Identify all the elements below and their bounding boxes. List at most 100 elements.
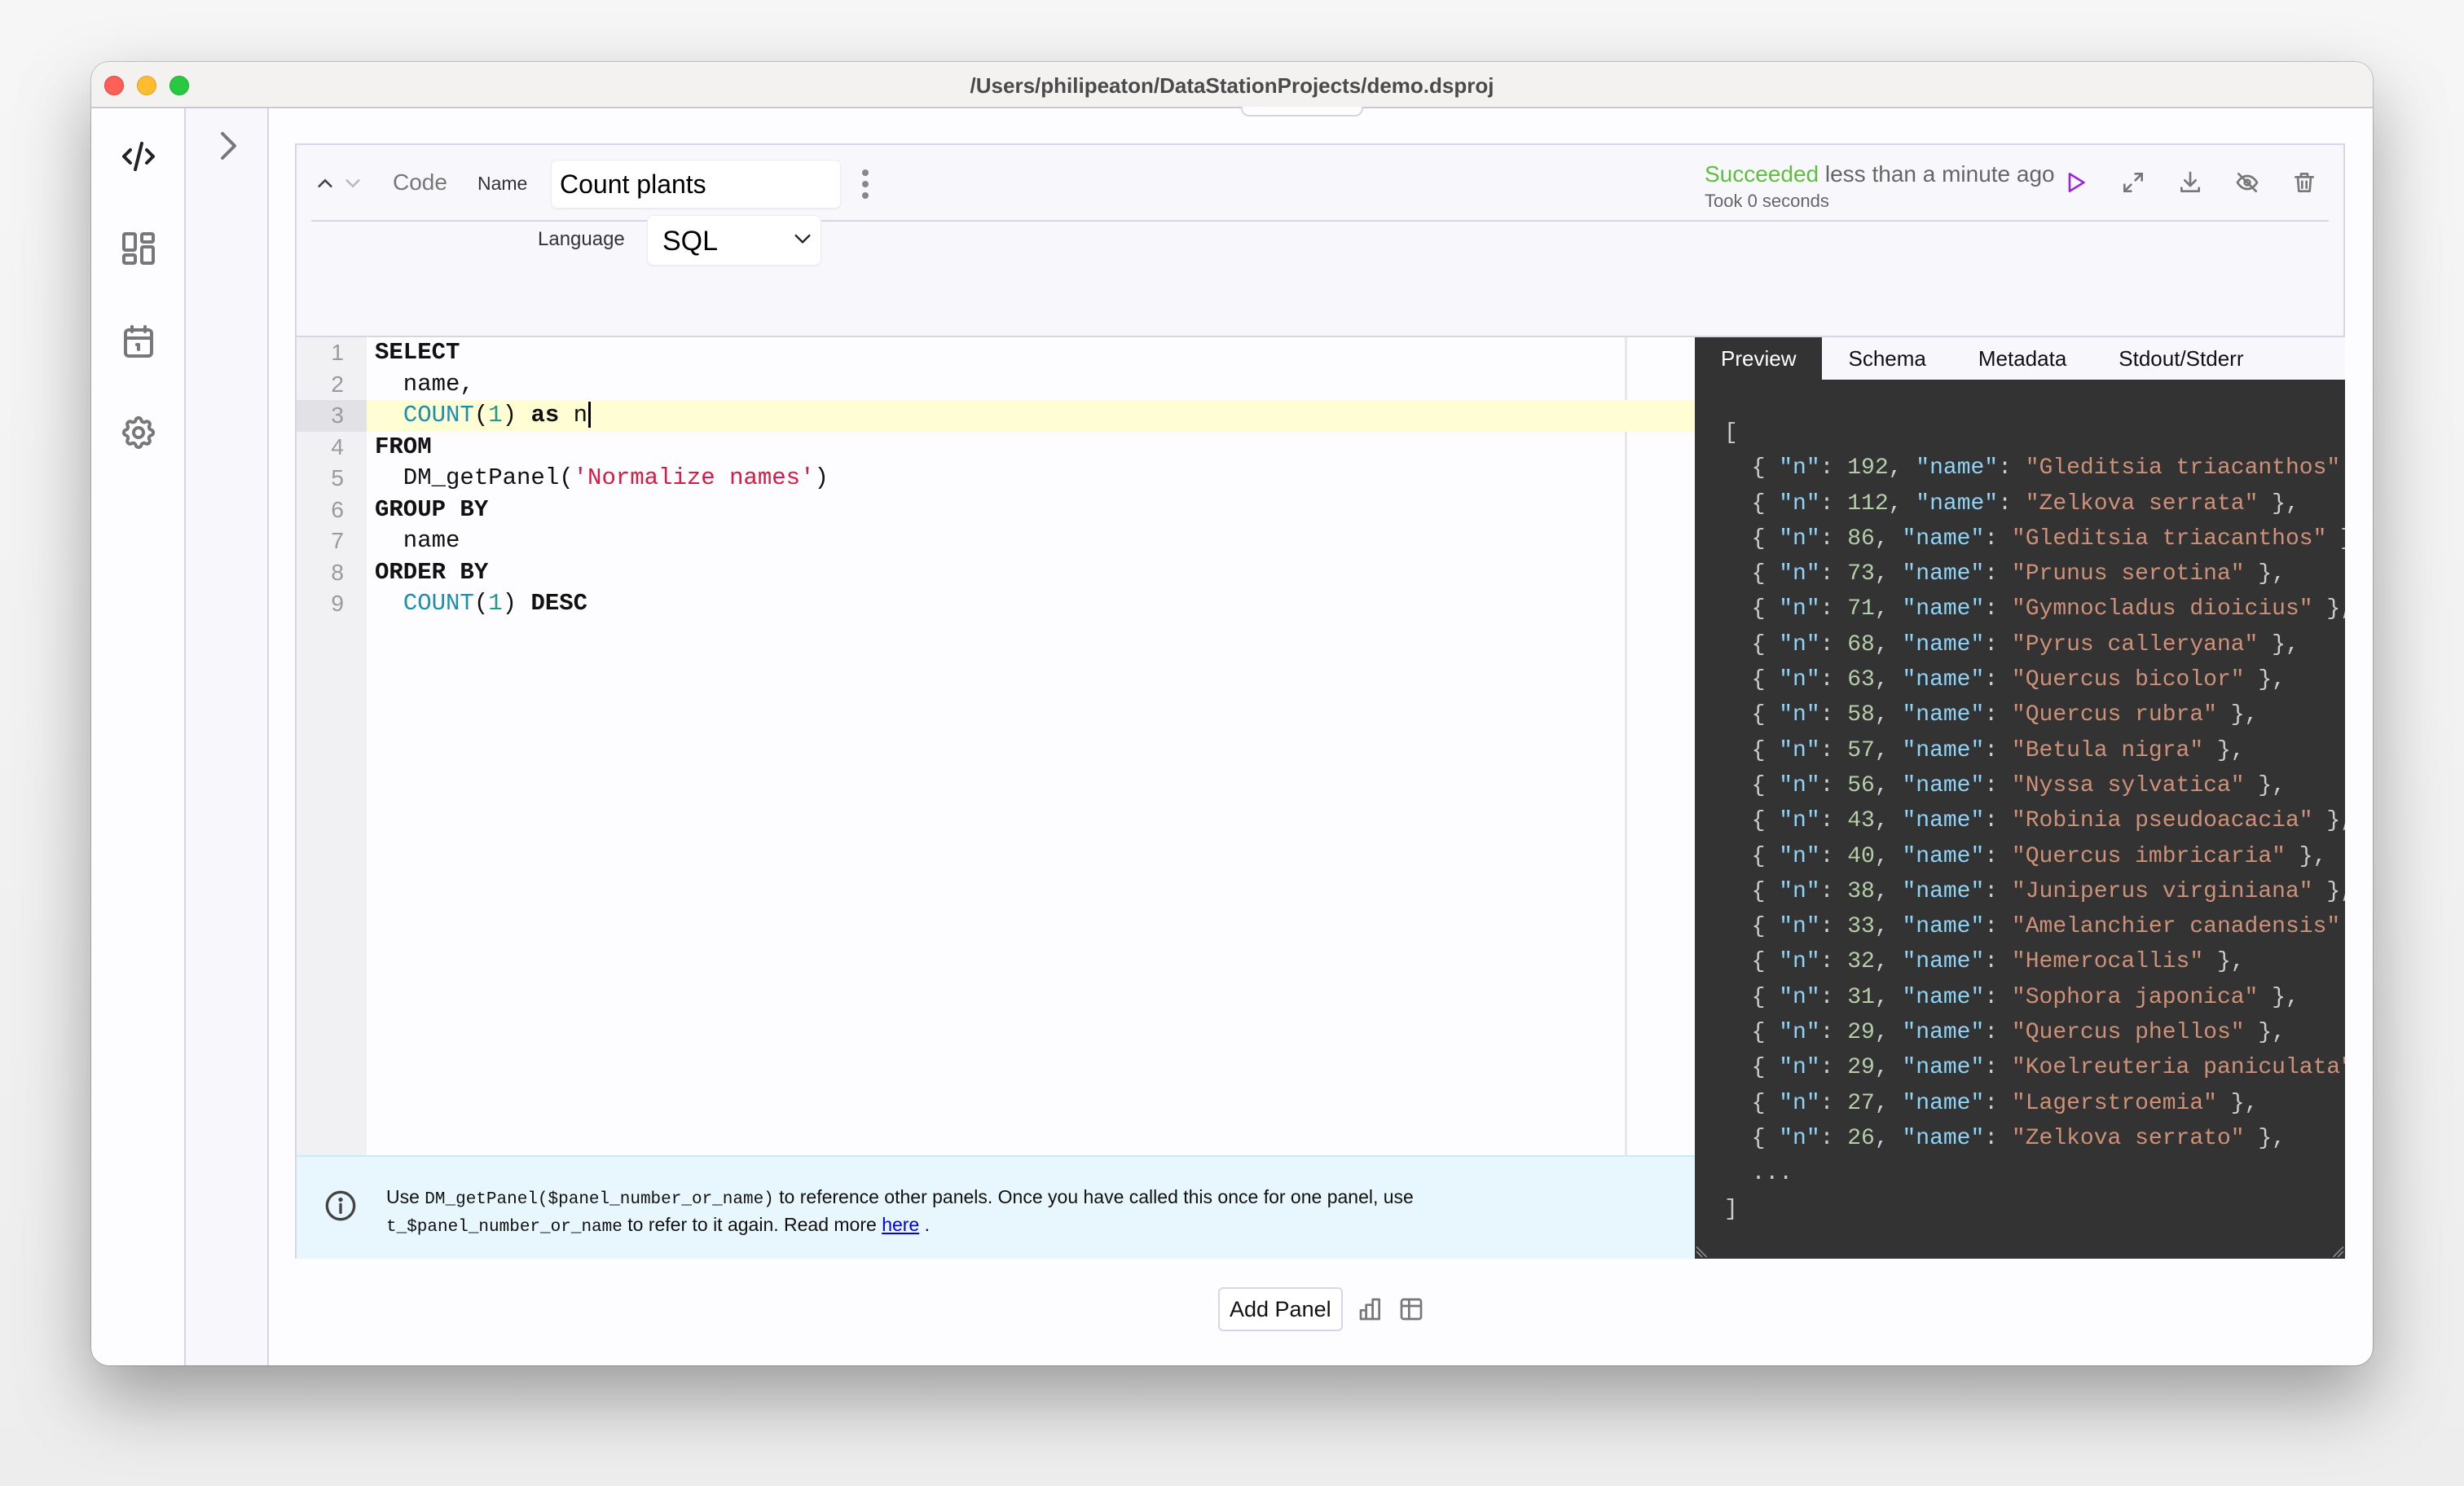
more-options-icon[interactable] — [859, 169, 872, 199]
json-key: "name" — [1902, 596, 1985, 622]
json-punct: : — [1819, 1090, 1848, 1116]
add-panel-row: Add Panel — [1218, 1287, 1424, 1331]
json-key: "name" — [1902, 667, 1985, 693]
json-punct: }, — [2326, 526, 2345, 552]
json-string: "Lagerstroemia" — [2011, 1090, 2217, 1116]
json-row: { "n": 86, "name": "Gleditsia triacantho… — [1724, 521, 2345, 556]
code-text: DM_getPanel('Normalize names') — [375, 463, 829, 495]
json-punct: }, — [2244, 1125, 2286, 1151]
code-token: ( — [473, 590, 489, 617]
json-punct: : — [1984, 667, 2012, 693]
json-punct: : — [1819, 490, 1848, 517]
sidebar-item-settings[interactable] — [119, 413, 158, 452]
code-line[interactable]: 2 name, — [297, 369, 1695, 401]
json-key: "n" — [1779, 490, 1820, 517]
tab-preview[interactable]: Preview — [1695, 337, 1823, 380]
json-number: 33 — [1847, 914, 1875, 940]
json-number: 112 — [1847, 490, 1889, 517]
json-punct: , — [1874, 596, 1903, 622]
code-token: ) — [502, 402, 531, 429]
code-line[interactable]: 8 ORDER BY — [297, 557, 1695, 589]
json-number: 43 — [1847, 808, 1875, 834]
json-number: 68 — [1847, 631, 1875, 657]
tab-stdout-stderr[interactable]: Stdout/Stderr — [2092, 337, 2269, 380]
code-line[interactable]: 4 FROM — [297, 432, 1695, 464]
titlebar: /Users/philipeaton/DataStationProjects/d… — [91, 62, 2373, 108]
code-line[interactable]: 9 COUNT(1) DESC — [297, 588, 1695, 620]
json-punct: : — [1984, 1020, 2012, 1046]
fullscreen-button[interactable] — [2120, 168, 2146, 197]
window-title: /Users/philipeaton/DataStationProjects/d… — [970, 73, 1494, 98]
panel-name-input[interactable] — [551, 160, 841, 209]
line-number: 3 — [297, 400, 367, 432]
json-key: "name" — [1902, 702, 1985, 728]
panel-insert-handle[interactable] — [1241, 107, 1363, 117]
info-end: . — [919, 1214, 931, 1235]
json-punct: : — [1819, 561, 1848, 587]
resize-handle-right-icon[interactable] — [2332, 1246, 2343, 1257]
code-panel: Code Name Succeeded less than a minute a… — [295, 143, 2345, 1259]
json-number: 29 — [1847, 1020, 1875, 1046]
json-key: "n" — [1779, 631, 1820, 657]
add-panel-button[interactable]: Add Panel — [1218, 1287, 1343, 1331]
json-punct: , — [1874, 772, 1903, 798]
code-lines[interactable]: 1 SELECT 2 name, 3 COUNT(1) as n 4 FROM 5 DM_g… — [297, 337, 1695, 620]
json-punct: : — [1984, 561, 2012, 587]
json-string: "Betula nigra" — [2011, 737, 2204, 763]
json-string: "Hemerocallis" — [2011, 949, 2204, 975]
tab-schema[interactable]: Schema — [1822, 337, 1951, 380]
table-icon[interactable] — [1398, 1296, 1424, 1322]
json-punct: : — [1984, 914, 2012, 940]
info-prefix: Use — [386, 1186, 425, 1207]
bar-chart-icon[interactable] — [1357, 1296, 1384, 1322]
hide-in-dashboard-button[interactable] — [2234, 168, 2260, 197]
json-punct: { — [1724, 878, 1780, 904]
json-string: "Sophora japonica" — [2011, 984, 2259, 1010]
language-select[interactable]: SQL — [647, 215, 821, 266]
json-punct: { — [1724, 702, 1780, 728]
resize-handle-left-icon[interactable] — [1696, 1246, 1708, 1257]
panel-header: Code Name Succeeded less than a minute a… — [311, 145, 2329, 222]
sidebar-item-editor[interactable] — [119, 137, 158, 176]
json-row: { "n": 58, "name": "Quercus rubra" }, — [1724, 697, 2345, 732]
json-key: "name" — [1902, 631, 1985, 657]
json-ellipsis: ... — [1724, 1161, 1793, 1187]
json-string: "Quercus bicolor" — [2011, 667, 2245, 693]
run-button[interactable] — [2063, 168, 2089, 197]
json-punct: : — [1819, 1125, 1848, 1151]
json-punct: , — [1874, 1125, 1903, 1151]
read-more-link[interactable]: here — [882, 1214, 919, 1235]
json-key: "name" — [1902, 1125, 1985, 1151]
json-punct: : — [1984, 525, 2012, 552]
move-up-icon[interactable] — [316, 174, 334, 192]
json-punct: }, — [2244, 1020, 2286, 1046]
json-punct: , — [1874, 914, 1903, 940]
sidebar-item-dashboards[interactable] — [119, 229, 158, 268]
json-punct: { — [1724, 667, 1780, 693]
delete-panel-button[interactable] — [2291, 168, 2317, 197]
json-key: "n" — [1779, 702, 1820, 728]
code-text: GROUP BY — [375, 495, 488, 526]
json-punct: { — [1724, 1055, 1780, 1081]
chevron-right-icon[interactable] — [215, 131, 240, 160]
code-line[interactable]: 6 GROUP BY — [297, 495, 1695, 526]
code-editor[interactable]: 1 SELECT 2 name, 3 COUNT(1) as n 4 FROM 5 DM_g… — [297, 336, 1695, 1155]
move-down-icon[interactable] — [344, 174, 362, 192]
code-text: COUNT(1) as n — [375, 400, 592, 432]
code-token: name, — [375, 370, 474, 398]
tab-metadata[interactable]: Metadata — [1952, 337, 2092, 380]
code-line[interactable]: 1 SELECT — [297, 337, 1695, 369]
json-row: { "n": 29, "name": "Quercus phellos" }, — [1724, 1015, 2345, 1050]
code-line[interactable]: 3 COUNT(1) as n — [297, 400, 1695, 432]
json-key: "n" — [1779, 1020, 1820, 1046]
code-line[interactable]: 7 name — [297, 525, 1695, 557]
dashboard-icon — [122, 232, 155, 265]
info-code-var: t_$panel_number_or_name — [386, 1218, 623, 1237]
sidebar-item-schedule[interactable] — [119, 322, 158, 361]
json-row: { "n": 71, "name": "Gymnocladus dioicius… — [1724, 591, 2345, 626]
download-button[interactable] — [2177, 168, 2203, 197]
code-text: name — [375, 525, 460, 557]
json-number: 56 — [1847, 772, 1875, 798]
code-line[interactable]: 5 DM_getPanel('Normalize names') — [297, 463, 1695, 495]
code-token: name — [375, 527, 460, 554]
